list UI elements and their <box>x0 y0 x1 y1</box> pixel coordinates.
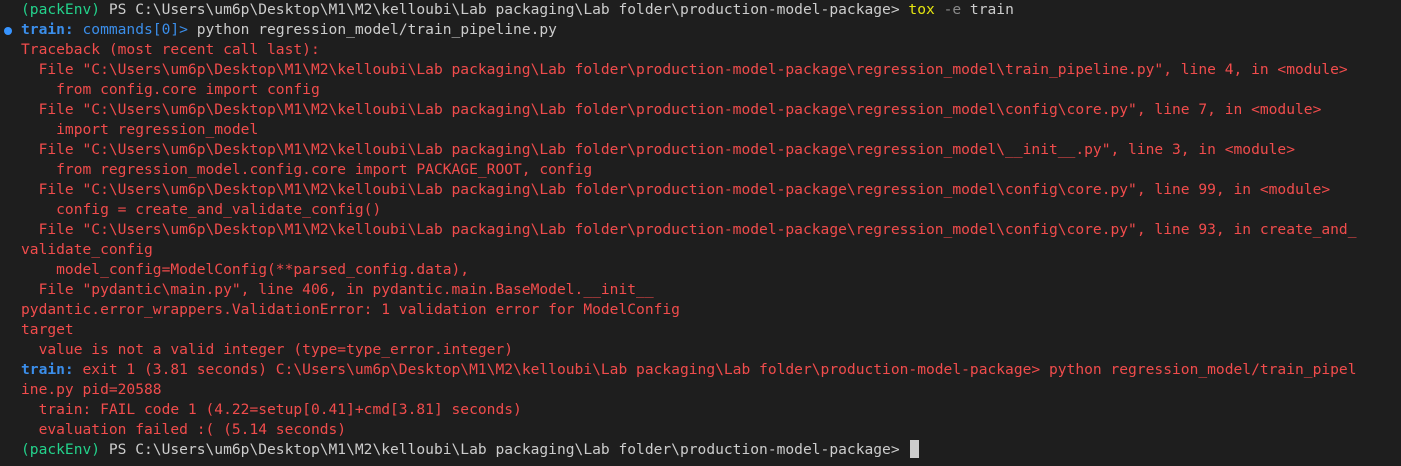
command-decoration-icon[interactable] <box>4 27 12 35</box>
terminal-panel[interactable]: (packEnv) PS C:\Users\um6p\Desktop\M1\M2… <box>0 0 1401 466</box>
traceback-line: File "C:\Users\um6p\Desktop\M1\M2\kellou… <box>21 101 1322 118</box>
traceback-line: File "C:\Users\um6p\Desktop\M1\M2\kellou… <box>21 221 1357 238</box>
traceback-line: import regression_model <box>21 121 259 138</box>
command-executable: tox <box>908 1 935 18</box>
terminal-cursor <box>910 440 920 458</box>
traceback-line: File "C:\Users\um6p\Desktop\M1\M2\kellou… <box>21 141 1295 158</box>
tox-env-label: train: <box>21 21 74 38</box>
prompt-env: (packEnv) <box>21 441 101 458</box>
traceback-line: File "C:\Users\um6p\Desktop\M1\M2\kellou… <box>21 61 1348 78</box>
traceback-line: model_config=ModelConfig(**parsed_config… <box>21 261 470 278</box>
prompt-env: (packEnv) <box>21 1 101 18</box>
traceback-line: value is not a valid integer (type=type_… <box>21 341 514 358</box>
traceback-line: pydantic.error_wrappers.ValidationError:… <box>21 301 680 318</box>
tox-exit-text: exit 1 (3.81 seconds) C:\Users\um6p\Desk… <box>73 361 1357 378</box>
tox-commands-label: commands[0]> <box>73 21 188 38</box>
traceback-line: File "pydantic\main.py", line 406, in py… <box>21 281 654 298</box>
tox-command-line: train: commands[0]> python regression_mo… <box>21 20 1401 40</box>
traceback-line: config = create_and_validate_config() <box>21 201 382 218</box>
traceback-line: validate_config <box>21 241 153 258</box>
traceback-line: target <box>21 321 74 338</box>
traceback-line: File "C:\Users\um6p\Desktop\M1\M2\kellou… <box>21 181 1331 198</box>
traceback-line: from regression_model.config.core import… <box>21 161 593 178</box>
tox-env-label: train: <box>21 361 74 378</box>
prompt-line-first: (packEnv) PS C:\Users\um6p\Desktop\M1\M2… <box>21 0 1401 20</box>
tox-exit-line: train: exit 1 (3.81 seconds) C:\Users\um… <box>21 360 1401 380</box>
traceback-line: Traceback (most recent call last): <box>21 41 320 58</box>
command-argument: train <box>961 1 1014 18</box>
prompt-path: PS C:\Users\um6p\Desktop\M1\M2\kelloubi\… <box>100 1 909 18</box>
traceback-line: from config.core import config <box>21 81 320 98</box>
tox-exit-line-wrap: ine.py pid=20588 <box>21 381 162 398</box>
prompt-line-current[interactable]: (packEnv) PS C:\Users\um6p\Desktop\M1\M2… <box>21 440 1401 460</box>
tox-summary-line: train: FAIL code 1 (4.22=setup[0.41]+cmd… <box>21 401 522 418</box>
command-flag: -e <box>934 1 962 18</box>
tox-command-text: python regression_model/train_pipeline.p… <box>187 21 557 38</box>
prompt-path: PS C:\Users\um6p\Desktop\M1\M2\kelloubi\… <box>100 441 909 458</box>
tox-summary-line: evaluation failed :( (5.14 seconds) <box>21 421 347 438</box>
